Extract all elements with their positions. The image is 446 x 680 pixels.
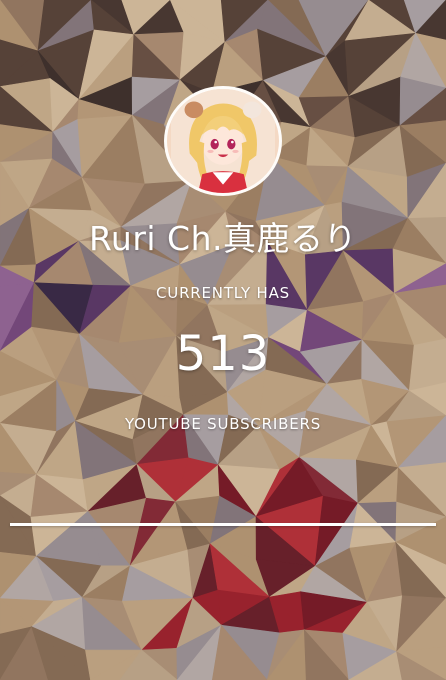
subscriber-count: 513 (175, 326, 271, 382)
channel-name: Ruri Ch.真鹿るり (88, 219, 358, 258)
vtuber-avatar-icon (171, 89, 275, 193)
subscriber-counter-card: Ruri Ch.真鹿るり CURRENTLY HAS 513 YOUTUBE S… (0, 0, 446, 680)
channel-avatar (164, 86, 282, 196)
youtube-subscribers-label: YOUTUBE SUBSCRIBERS (124, 415, 322, 433)
divider-line (10, 523, 436, 526)
currently-has-label: CURRENTLY HAS (156, 284, 290, 302)
